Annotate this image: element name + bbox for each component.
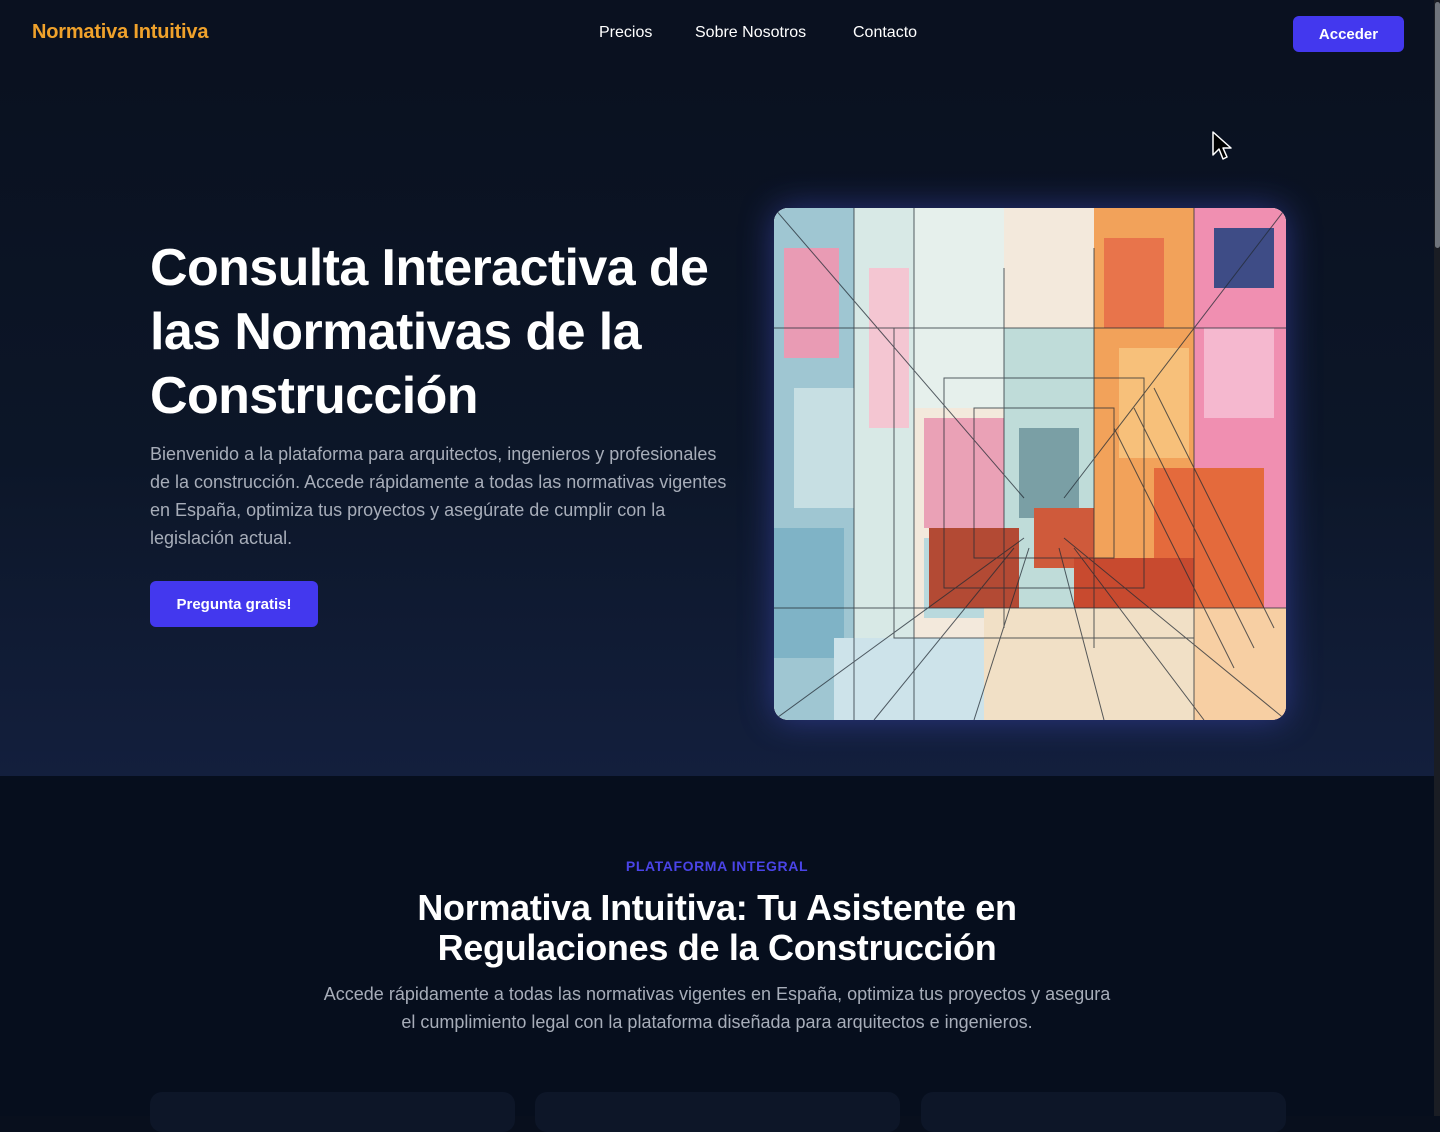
feature-card	[535, 1092, 900, 1132]
hero-section: Consulta Interactiva de las Normativas d…	[0, 68, 1434, 776]
feature-card	[921, 1092, 1286, 1132]
nav-link-precios[interactable]: Precios	[599, 24, 652, 42]
platform-section: PLATAFORMA INTEGRAL Normativa Intuitiva:…	[0, 776, 1434, 1132]
login-button[interactable]: Acceder	[1293, 16, 1404, 52]
feature-card	[150, 1092, 515, 1132]
nav-link-contacto[interactable]: Contacto	[853, 24, 917, 42]
mouse-pointer-icon	[1212, 131, 1232, 160]
hero-title: Consulta Interactiva de las Normativas d…	[150, 239, 709, 425]
nav-link-sobre-nosotros[interactable]: Sobre Nosotros	[695, 24, 806, 42]
architecture-artwork	[774, 208, 1286, 720]
ask-free-button[interactable]: Pregunta gratis!	[150, 581, 318, 627]
hero-architecture-illustration	[774, 208, 1286, 720]
hero-description: Bienvenido a la plataforma para arquitec…	[150, 444, 727, 548]
scrollbar-thumb[interactable]	[1435, 2, 1440, 248]
site-header: Normativa Intuitiva Precios Sobre Nosotr…	[0, 0, 1434, 68]
section-eyebrow: PLATAFORMA INTEGRAL	[625, 858, 809, 874]
main-nav: Precios Sobre Nosotros Contacto	[0, 24, 1434, 46]
section-title: Normativa Intuitiva: Tu Asistente en Reg…	[417, 887, 1017, 968]
section-description: Accede rápidamente a todas las normativa…	[323, 984, 1111, 1032]
